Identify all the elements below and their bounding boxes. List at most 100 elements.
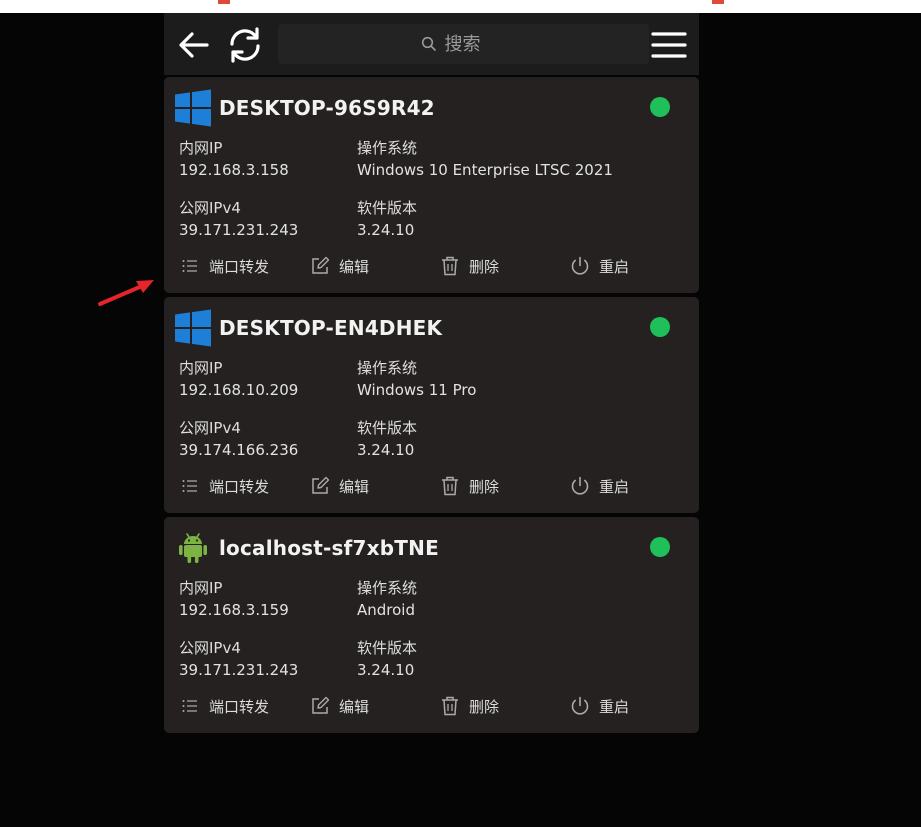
list-icon bbox=[179, 255, 201, 277]
reboot-button[interactable]: 重启 bbox=[569, 695, 629, 717]
lan-ip-field: 内网IP 192.168.10.209 bbox=[179, 357, 298, 401]
delete-button[interactable]: 删除 bbox=[439, 695, 499, 717]
power-icon bbox=[569, 475, 591, 497]
windows-icon bbox=[174, 89, 212, 127]
tab-indicator-mark bbox=[218, 0, 230, 4]
device-card-list: DESKTOP-96S9R42 内网IP 192.168.3.158 操作系统 … bbox=[164, 77, 699, 737]
os-value: Android bbox=[357, 601, 415, 619]
device-card[interactable]: DESKTOP-EN4DHEK 内网IP 192.168.10.209 操作系统… bbox=[164, 297, 699, 513]
device-header: DESKTOP-EN4DHEK bbox=[174, 309, 442, 347]
os-value: Windows 11 Pro bbox=[357, 381, 477, 399]
menu-button[interactable] bbox=[649, 25, 689, 65]
version-value: 3.24.10 bbox=[357, 441, 415, 459]
top-browser-strip bbox=[0, 0, 921, 13]
port-forward-button[interactable]: 端口转发 bbox=[179, 255, 269, 277]
version-value: 3.24.10 bbox=[357, 661, 415, 679]
device-name: DESKTOP-EN4DHEK bbox=[219, 316, 443, 340]
device-actions: 端口转发 编辑 删除 重启 bbox=[179, 475, 699, 501]
online-status-dot bbox=[650, 317, 670, 337]
edit-button[interactable]: 编辑 bbox=[309, 475, 369, 497]
list-icon bbox=[179, 475, 201, 497]
wan-ip-label: 公网IPv4 bbox=[179, 199, 241, 217]
device-card[interactable]: localhost-sf7xbTNE 内网IP 192.168.3.159 操作… bbox=[164, 517, 699, 733]
search-input[interactable] bbox=[442, 32, 507, 56]
arrow-left-icon bbox=[179, 32, 209, 58]
delete-label: 删除 bbox=[469, 257, 500, 276]
lan-ip-label: 内网IP bbox=[179, 359, 223, 377]
device-list-app: DESKTOP-96S9R42 内网IP 192.168.3.158 操作系统 … bbox=[164, 13, 699, 733]
port-forward-button[interactable]: 端口转发 bbox=[179, 695, 269, 717]
wan-ip-value: 39.171.231.243 bbox=[179, 661, 299, 679]
lan-ip-value: 192.168.3.159 bbox=[179, 601, 289, 619]
windows-icon bbox=[174, 309, 212, 347]
edit-icon bbox=[309, 475, 331, 497]
port-forward-label: 端口转发 bbox=[209, 477, 270, 496]
reboot-label: 重启 bbox=[599, 697, 630, 716]
android-icon bbox=[174, 529, 212, 567]
reboot-label: 重启 bbox=[599, 257, 630, 276]
refresh-button[interactable] bbox=[225, 25, 265, 65]
delete-label: 删除 bbox=[469, 697, 500, 716]
back-button[interactable] bbox=[174, 25, 214, 65]
port-forward-label: 端口转发 bbox=[209, 697, 270, 716]
trash-icon bbox=[439, 695, 461, 717]
search-icon bbox=[421, 36, 436, 51]
edit-icon bbox=[309, 255, 331, 277]
device-actions: 端口转发 编辑 删除 重启 bbox=[179, 255, 699, 281]
port-forward-button[interactable]: 端口转发 bbox=[179, 475, 269, 497]
os-field: 操作系统 Android bbox=[357, 577, 417, 621]
device-header: DESKTOP-96S9R42 bbox=[174, 89, 435, 127]
toolbar bbox=[164, 13, 699, 75]
list-icon bbox=[179, 695, 201, 717]
hamburger-menu-icon bbox=[651, 32, 687, 58]
device-header: localhost-sf7xbTNE bbox=[174, 529, 439, 567]
device-card[interactable]: DESKTOP-96S9R42 内网IP 192.168.3.158 操作系统 … bbox=[164, 77, 699, 293]
os-label: 操作系统 bbox=[357, 139, 418, 157]
lan-ip-label: 内网IP bbox=[179, 579, 223, 597]
tab-indicator-mark bbox=[712, 0, 724, 4]
os-field: 操作系统 Windows 11 Pro bbox=[357, 357, 476, 401]
device-actions: 端口转发 编辑 删除 重启 bbox=[179, 695, 699, 721]
edit-button[interactable]: 编辑 bbox=[309, 695, 369, 717]
edit-icon bbox=[309, 695, 331, 717]
edit-label: 编辑 bbox=[339, 697, 370, 716]
os-value: Windows 10 Enterprise LTSC 2021 bbox=[357, 161, 613, 179]
delete-label: 删除 bbox=[469, 477, 500, 496]
search-box[interactable] bbox=[278, 24, 649, 64]
annotation-arrow-icon bbox=[98, 280, 154, 306]
delete-button[interactable]: 删除 bbox=[439, 255, 499, 277]
version-field: 软件版本 3.24.10 bbox=[357, 637, 417, 681]
online-status-dot bbox=[650, 537, 670, 557]
version-label: 软件版本 bbox=[357, 639, 418, 657]
reboot-button[interactable]: 重启 bbox=[569, 255, 629, 277]
version-field: 软件版本 3.24.10 bbox=[357, 197, 417, 241]
reboot-button[interactable]: 重启 bbox=[569, 475, 629, 497]
port-forward-label: 端口转发 bbox=[209, 257, 270, 276]
os-field: 操作系统 Windows 10 Enterprise LTSC 2021 bbox=[357, 137, 613, 181]
version-field: 软件版本 3.24.10 bbox=[357, 417, 417, 461]
wan-ip-value: 39.174.166.236 bbox=[179, 441, 299, 459]
lan-ip-value: 192.168.3.158 bbox=[179, 161, 289, 179]
edit-button[interactable]: 编辑 bbox=[309, 255, 369, 277]
lan-ip-value: 192.168.10.209 bbox=[179, 381, 299, 399]
wan-ip-value: 39.171.231.243 bbox=[179, 221, 299, 239]
delete-button[interactable]: 删除 bbox=[439, 475, 499, 497]
os-label: 操作系统 bbox=[357, 579, 418, 597]
online-status-dot bbox=[650, 97, 670, 117]
trash-icon bbox=[439, 255, 461, 277]
os-label: 操作系统 bbox=[357, 359, 418, 377]
lan-ip-field: 内网IP 192.168.3.159 bbox=[179, 577, 289, 621]
version-label: 软件版本 bbox=[357, 199, 418, 217]
edit-label: 编辑 bbox=[339, 257, 370, 276]
reboot-label: 重启 bbox=[599, 477, 630, 496]
refresh-icon bbox=[230, 27, 260, 63]
device-name: localhost-sf7xbTNE bbox=[219, 536, 439, 560]
trash-icon bbox=[439, 475, 461, 497]
wan-ip-label: 公网IPv4 bbox=[179, 639, 241, 657]
lan-ip-field: 内网IP 192.168.3.158 bbox=[179, 137, 289, 181]
version-value: 3.24.10 bbox=[357, 221, 415, 239]
wan-ip-field: 公网IPv4 39.174.166.236 bbox=[179, 417, 298, 461]
wan-ip-field: 公网IPv4 39.171.231.243 bbox=[179, 197, 298, 241]
device-name: DESKTOP-96S9R42 bbox=[219, 96, 435, 120]
power-icon bbox=[569, 695, 591, 717]
